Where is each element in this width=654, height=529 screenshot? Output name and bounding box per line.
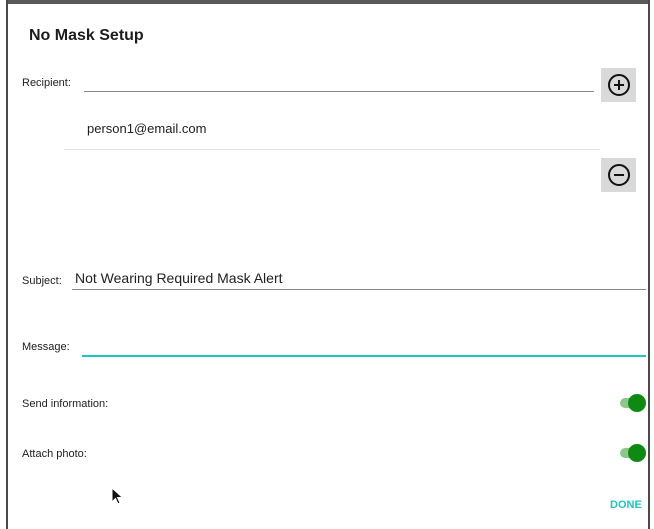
- done-button[interactable]: DONE: [610, 499, 642, 511]
- recipient-input[interactable]: [84, 91, 594, 92]
- window-left-border: [6, 0, 8, 529]
- send-information-toggle[interactable]: [620, 394, 646, 412]
- window-top-border: [6, 0, 650, 4]
- attach-photo-toggle[interactable]: [620, 444, 646, 462]
- minus-circle-icon: [607, 164, 630, 186]
- message-label: Message:: [22, 341, 70, 353]
- recipient-list-item[interactable]: person1@email.com: [87, 121, 206, 136]
- send-information-label: Send information:: [22, 398, 109, 410]
- mouse-pointer-icon: [111, 487, 124, 505]
- recipient-list-divider: [64, 149, 600, 150]
- dialog-title: No Mask Setup: [29, 27, 144, 44]
- subject-input[interactable]: [72, 289, 646, 290]
- message-input[interactable]: [82, 355, 646, 357]
- plus-circle-icon: [607, 74, 630, 96]
- recipient-label: Recipient:: [22, 77, 71, 89]
- add-recipient-button[interactable]: [601, 68, 636, 102]
- remove-recipient-button[interactable]: [601, 158, 636, 192]
- attach-photo-label: Attach photo:: [22, 448, 87, 460]
- window-right-border: [648, 0, 650, 529]
- subject-label: Subject:: [22, 275, 62, 287]
- subject-input-value[interactable]: Not Wearing Required Mask Alert: [75, 270, 283, 286]
